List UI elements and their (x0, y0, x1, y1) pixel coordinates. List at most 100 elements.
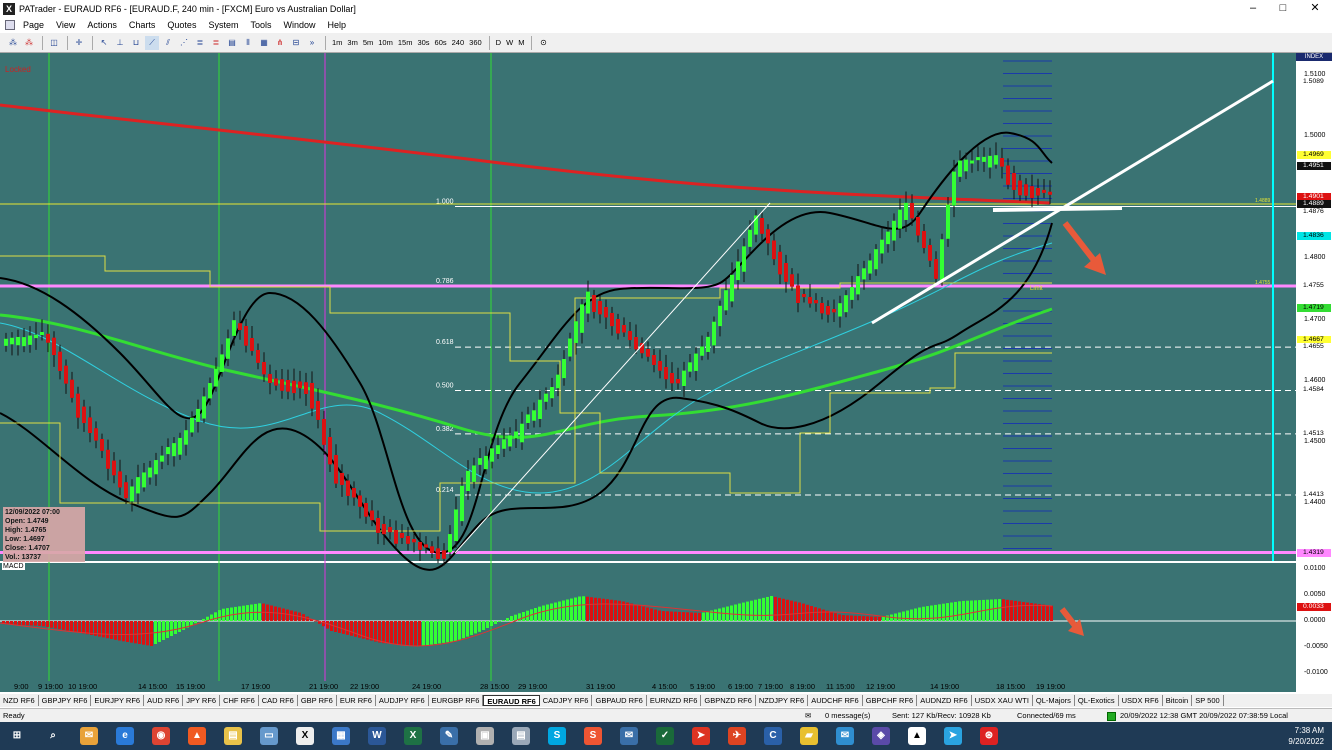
fan-icon[interactable]: ⋰ (177, 36, 191, 50)
taskbar-app3-icon[interactable]: ▤ (512, 727, 530, 745)
rectangle-icon[interactable]: ▤ (225, 36, 239, 50)
taskbar-edge-icon[interactable]: e (116, 727, 134, 745)
tf-30s[interactable]: 30s (415, 36, 431, 50)
taskbar-chrome-icon[interactable]: ◉ (152, 727, 170, 745)
symbol-tab[interactable]: AUDCHF RF6 (808, 695, 863, 706)
symbol-tab[interactable]: QL-Majors (1033, 695, 1075, 706)
symbol-tab[interactable]: SP 500 (1192, 695, 1224, 706)
symbol-tab[interactable]: GBPAUD RF6 (592, 695, 647, 706)
symbol-tab[interactable]: CAD RF6 (259, 695, 298, 706)
menu-charts[interactable]: Charts (123, 20, 162, 30)
symbol-tab[interactable]: EUR RF6 (337, 695, 376, 706)
trendline-icon[interactable]: ⟋ (145, 35, 159, 50)
tf-60s[interactable]: 60s (433, 36, 449, 50)
taskbar-app10-icon[interactable]: ◈ (872, 727, 890, 745)
menu-quotes[interactable]: Quotes (161, 20, 202, 30)
taskbar-app4-icon[interactable]: ✓ (656, 727, 674, 745)
minimize-button[interactable]: – (1238, 0, 1268, 17)
crosshair-icon[interactable]: ✛ (72, 36, 86, 50)
status-messages[interactable]: 0 message(s) (825, 711, 870, 720)
tf-m[interactable]: M (516, 36, 526, 50)
gann-icon[interactable]: ▦ (257, 36, 271, 50)
taskbar-app6-icon[interactable]: ✈ (728, 727, 746, 745)
taskbar-notes-icon[interactable]: ▭ (260, 727, 278, 745)
maximize-button[interactable]: □ (1268, 0, 1298, 17)
taskbar-explorer-icon[interactable]: ▤ (224, 727, 242, 745)
tf-5m[interactable]: 5m (361, 36, 375, 50)
symbol-tab[interactable]: EURNZD RF6 (647, 695, 702, 706)
symbol-tab[interactable]: NZDJPY RF6 (756, 695, 809, 706)
tf-15m[interactable]: 15m (396, 36, 415, 50)
taskbar-patrader-icon[interactable]: X (296, 727, 314, 745)
symbol-tab[interactable]: QL-Exotics (1075, 695, 1119, 706)
taskbar-app2-icon[interactable]: ▣ (476, 727, 494, 745)
symbol-tab[interactable]: EURJPY RF6 (91, 695, 145, 706)
cycle-icon[interactable]: ⦀ (241, 36, 255, 50)
tf-3m[interactable]: 3m (345, 36, 359, 50)
taskbar-app5-icon[interactable]: ➤ (692, 727, 710, 745)
chart-area[interactable]: 1.000 0.786 0.618 0.500 0.382 0.214 1.4889 1.47… (0, 53, 1332, 692)
taskbar-word-icon[interactable]: W (368, 727, 386, 745)
tf-w[interactable]: W (504, 36, 515, 50)
cursor-icon[interactable]: ↖ (97, 36, 111, 50)
symbol-tab[interactable]: AUDNZD RF6 (917, 695, 972, 706)
pitchfork-icon[interactable]: ⋔ (273, 36, 287, 50)
channel-icon[interactable]: ⫽ (161, 36, 175, 50)
text-icon[interactable]: ⊟ (289, 36, 303, 50)
sell-icon[interactable]: ⁂ (22, 36, 36, 50)
menu-tools[interactable]: Tools (244, 20, 277, 30)
symbol-tab[interactable]: JPY RF6 (183, 695, 221, 706)
menu-window[interactable]: Window (277, 20, 321, 30)
taskbar-app9-icon[interactable]: ✉ (836, 727, 854, 745)
vline-icon[interactable]: ⊔ (129, 36, 143, 50)
settings-icon[interactable]: ⊙ (536, 36, 550, 50)
taskbar-start-icon[interactable]: ⊞ (8, 727, 26, 745)
taskbar-app7-icon[interactable]: C (764, 727, 782, 745)
symbol-tab[interactable]: GBPNZD RF6 (701, 695, 756, 706)
symbol-tab[interactable]: CHF RF6 (220, 695, 259, 706)
taskbar-telegram-icon[interactable]: ➤ (944, 727, 962, 745)
more-tools-icon[interactable]: » (305, 36, 319, 50)
clock[interactable]: 7:38 AM 9/20/2022 (1288, 725, 1324, 747)
menu-page[interactable]: Page (17, 20, 50, 30)
tf-1m[interactable]: 1m (330, 36, 344, 50)
symbol-tab[interactable]: EURGBP RF6 (429, 695, 484, 706)
symbol-tab[interactable]: CADJPY RF6 (540, 695, 593, 706)
tf-d[interactable]: D (494, 36, 503, 50)
chart-icon[interactable]: ◫ (47, 36, 61, 50)
symbol-tab[interactable]: Bitcoin (1163, 695, 1193, 706)
taskbar-app-icon[interactable]: ✎ (440, 727, 458, 745)
symbol-tab[interactable]: GBPCHF RF6 (863, 695, 918, 706)
menu-view[interactable]: View (50, 20, 81, 30)
taskbar-app8-icon[interactable]: ▰ (800, 727, 818, 745)
symbol-tab[interactable]: GBP RF6 (298, 695, 337, 706)
taskbar-mail-icon[interactable]: ✉ (80, 727, 98, 745)
symbol-tab[interactable]: EURAUD RF6 (483, 695, 540, 706)
taskbar-skype-icon[interactable]: S (548, 727, 566, 745)
taskbar-excel-icon[interactable]: X (404, 727, 422, 745)
fibonacci-icon[interactable]: ≣ (193, 36, 207, 50)
symbol-tab[interactable]: USDX XAU WTI (972, 695, 1033, 706)
fib-extension-icon[interactable]: ≣ (209, 36, 223, 50)
symbol-tab[interactable]: NZD RF6 (0, 695, 39, 706)
tf-10m[interactable]: 10m (376, 36, 395, 50)
hline-icon[interactable]: ⊥ (113, 36, 127, 50)
symbol-tab[interactable]: USDX RF6 (1119, 695, 1163, 706)
price-chart[interactable]: 1.0000.7860.6180.5000.3820.2141.48891.47… (0, 53, 1296, 692)
taskbar-scratch-icon[interactable]: S (584, 727, 602, 745)
symbol-tab[interactable]: AUDJPY RF6 (376, 695, 429, 706)
taskbar-mail2-icon[interactable]: ✉ (620, 727, 638, 745)
menu-help[interactable]: Help (322, 20, 353, 30)
taskbar-search-icon[interactable]: ⌕ (44, 727, 62, 745)
buy-icon[interactable]: ⁂ (6, 36, 20, 50)
taskbar-brave-icon[interactable]: ▲ (188, 727, 206, 745)
taskbar-app11-icon[interactable]: ▲ (908, 727, 926, 745)
price-scale[interactable]: INDEX 1.51001.50001.49001.48001.47001.46… (1296, 53, 1332, 692)
symbol-tab[interactable]: GBPJPY RF6 (39, 695, 92, 706)
tf-360[interactable]: 360 (467, 36, 484, 50)
taskbar-calc-icon[interactable]: ▦ (332, 727, 350, 745)
close-button[interactable]: ✕ (1300, 0, 1330, 17)
tf-240[interactable]: 240 (450, 36, 467, 50)
symbol-tab[interactable]: AUD RF6 (144, 695, 184, 706)
menu-actions[interactable]: Actions (81, 20, 123, 30)
